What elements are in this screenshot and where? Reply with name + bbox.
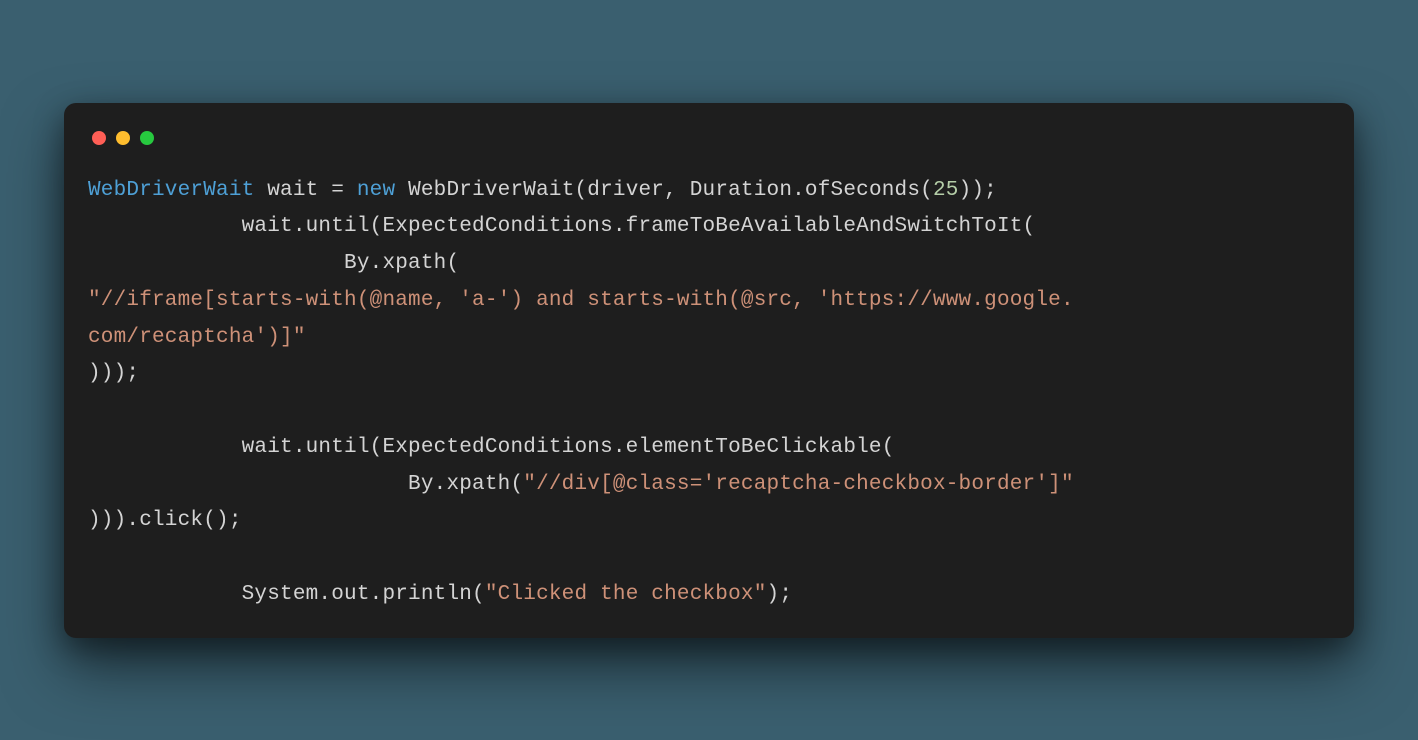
code-token-string: com/recaptcha')]" xyxy=(88,326,306,349)
code-token-plain: wait.until(ExpectedConditions.elementToB… xyxy=(88,436,895,459)
close-button[interactable] xyxy=(92,131,106,145)
code-window: WebDriverWait wait = new WebDriverWait(d… xyxy=(64,103,1354,638)
code-token-plain: ))).click(); xyxy=(88,509,242,532)
code-token-plain: WebDriverWait(driver, Duration.ofSeconds… xyxy=(395,179,933,202)
code-token-keyword: new xyxy=(357,179,395,202)
code-token-string: "Clicked the checkbox" xyxy=(485,583,767,606)
code-token-string: "//iframe[starts-with(@name, 'a-') and s… xyxy=(88,289,1074,312)
code-token-plain: By.xpath( xyxy=(88,473,523,496)
code-token-plain: ))); xyxy=(88,362,139,385)
code-token-plain: wait.until(ExpectedConditions.frameToBeA… xyxy=(88,215,1035,238)
code-token-plain: System.out.println( xyxy=(88,583,485,606)
code-token-string: "//div[@class='recaptcha-checkbox-border… xyxy=(523,473,1074,496)
code-token-plain: )); xyxy=(959,179,997,202)
code-token-plain: ); xyxy=(767,583,793,606)
code-token-plain: By.xpath( xyxy=(88,252,459,275)
minimize-button[interactable] xyxy=(116,131,130,145)
maximize-button[interactable] xyxy=(140,131,154,145)
code-token-number: 25 xyxy=(933,179,959,202)
code-token-plain: wait = xyxy=(254,179,356,202)
code-area: WebDriverWait wait = new WebDriverWait(d… xyxy=(88,173,1330,614)
code-token-type: WebDriverWait xyxy=(88,179,254,202)
window-titlebar xyxy=(88,123,1330,173)
